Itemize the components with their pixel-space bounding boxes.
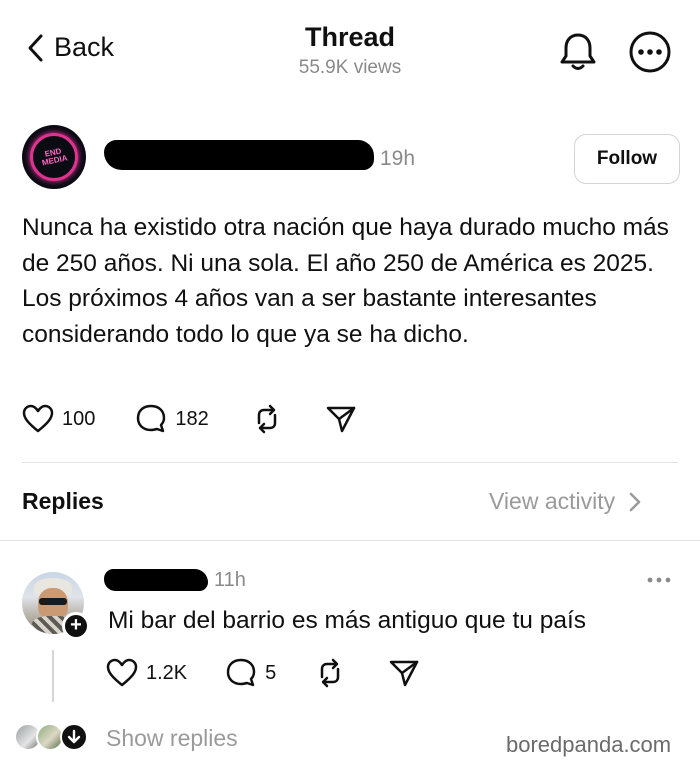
chevron-right-icon — [629, 492, 641, 511]
thread-page: Back Thread 55.9K views END MEDIA 19h Fo… — [0, 0, 700, 767]
follow-plus-badge[interactable]: + — [62, 612, 90, 640]
redacted-username — [104, 569, 208, 591]
reply-more-button[interactable] — [646, 572, 672, 590]
comment-count: 182 — [175, 407, 209, 430]
reply-timestamp: 11h — [214, 569, 246, 591]
watermark: boredpanda.com — [506, 732, 672, 757]
more-horizontal-icon — [647, 577, 671, 583]
avatar-sunglasses — [39, 598, 67, 605]
post-actions: 100 182 — [22, 403, 357, 435]
thread-connector-line — [52, 650, 54, 702]
reply-actions: 1.2K 5 — [106, 657, 420, 689]
more-options-button[interactable] — [628, 30, 672, 79]
expand-replies-badge — [60, 723, 88, 751]
post-timestamp: 19h — [380, 147, 416, 170]
share-icon — [326, 406, 355, 433]
arrow-down-icon — [67, 729, 81, 744]
reply-share-button[interactable] — [388, 657, 420, 689]
repost-icon — [257, 404, 276, 434]
heart-icon — [106, 658, 138, 687]
comment-icon — [226, 658, 256, 687]
author-avatar[interactable]: END MEDIA — [22, 125, 86, 189]
divider — [0, 540, 700, 541]
reply-comment-count: 5 — [265, 661, 277, 684]
replies-heading: Replies — [22, 488, 104, 514]
redacted-username — [104, 140, 374, 170]
reply-comment-button[interactable]: 5 — [225, 657, 276, 689]
view-activity-link[interactable]: View activity — [489, 488, 641, 515]
view-activity-label: View activity — [489, 488, 616, 514]
follow-button[interactable]: Follow — [574, 134, 680, 184]
like-count: 100 — [62, 407, 96, 430]
reply-repost-button[interactable] — [314, 657, 346, 689]
reply-like-button[interactable]: 1.2K — [106, 658, 187, 688]
notifications-button[interactable] — [558, 30, 598, 77]
bell-icon — [560, 33, 596, 70]
share-icon — [390, 660, 419, 687]
comment-icon — [137, 404, 166, 433]
reply-avatars-stack[interactable] — [14, 723, 94, 753]
divider — [22, 462, 678, 463]
show-replies-link[interactable]: Show replies — [106, 725, 238, 752]
top-bar: Back Thread 55.9K views — [0, 0, 700, 100]
share-button[interactable] — [325, 403, 357, 435]
heart-icon — [22, 404, 54, 433]
reply-like-count: 1.2K — [146, 661, 188, 684]
comment-button[interactable]: 182 — [135, 403, 209, 435]
like-button[interactable]: 100 — [22, 404, 95, 434]
more-icon — [629, 31, 671, 73]
repost-button[interactable] — [251, 403, 283, 435]
reply-body: Mi bar del barrio es más antiguo que tu … — [108, 607, 587, 634]
repost-icon — [321, 658, 340, 688]
post-body: Nunca ha existido otra nación que haya d… — [22, 214, 669, 348]
